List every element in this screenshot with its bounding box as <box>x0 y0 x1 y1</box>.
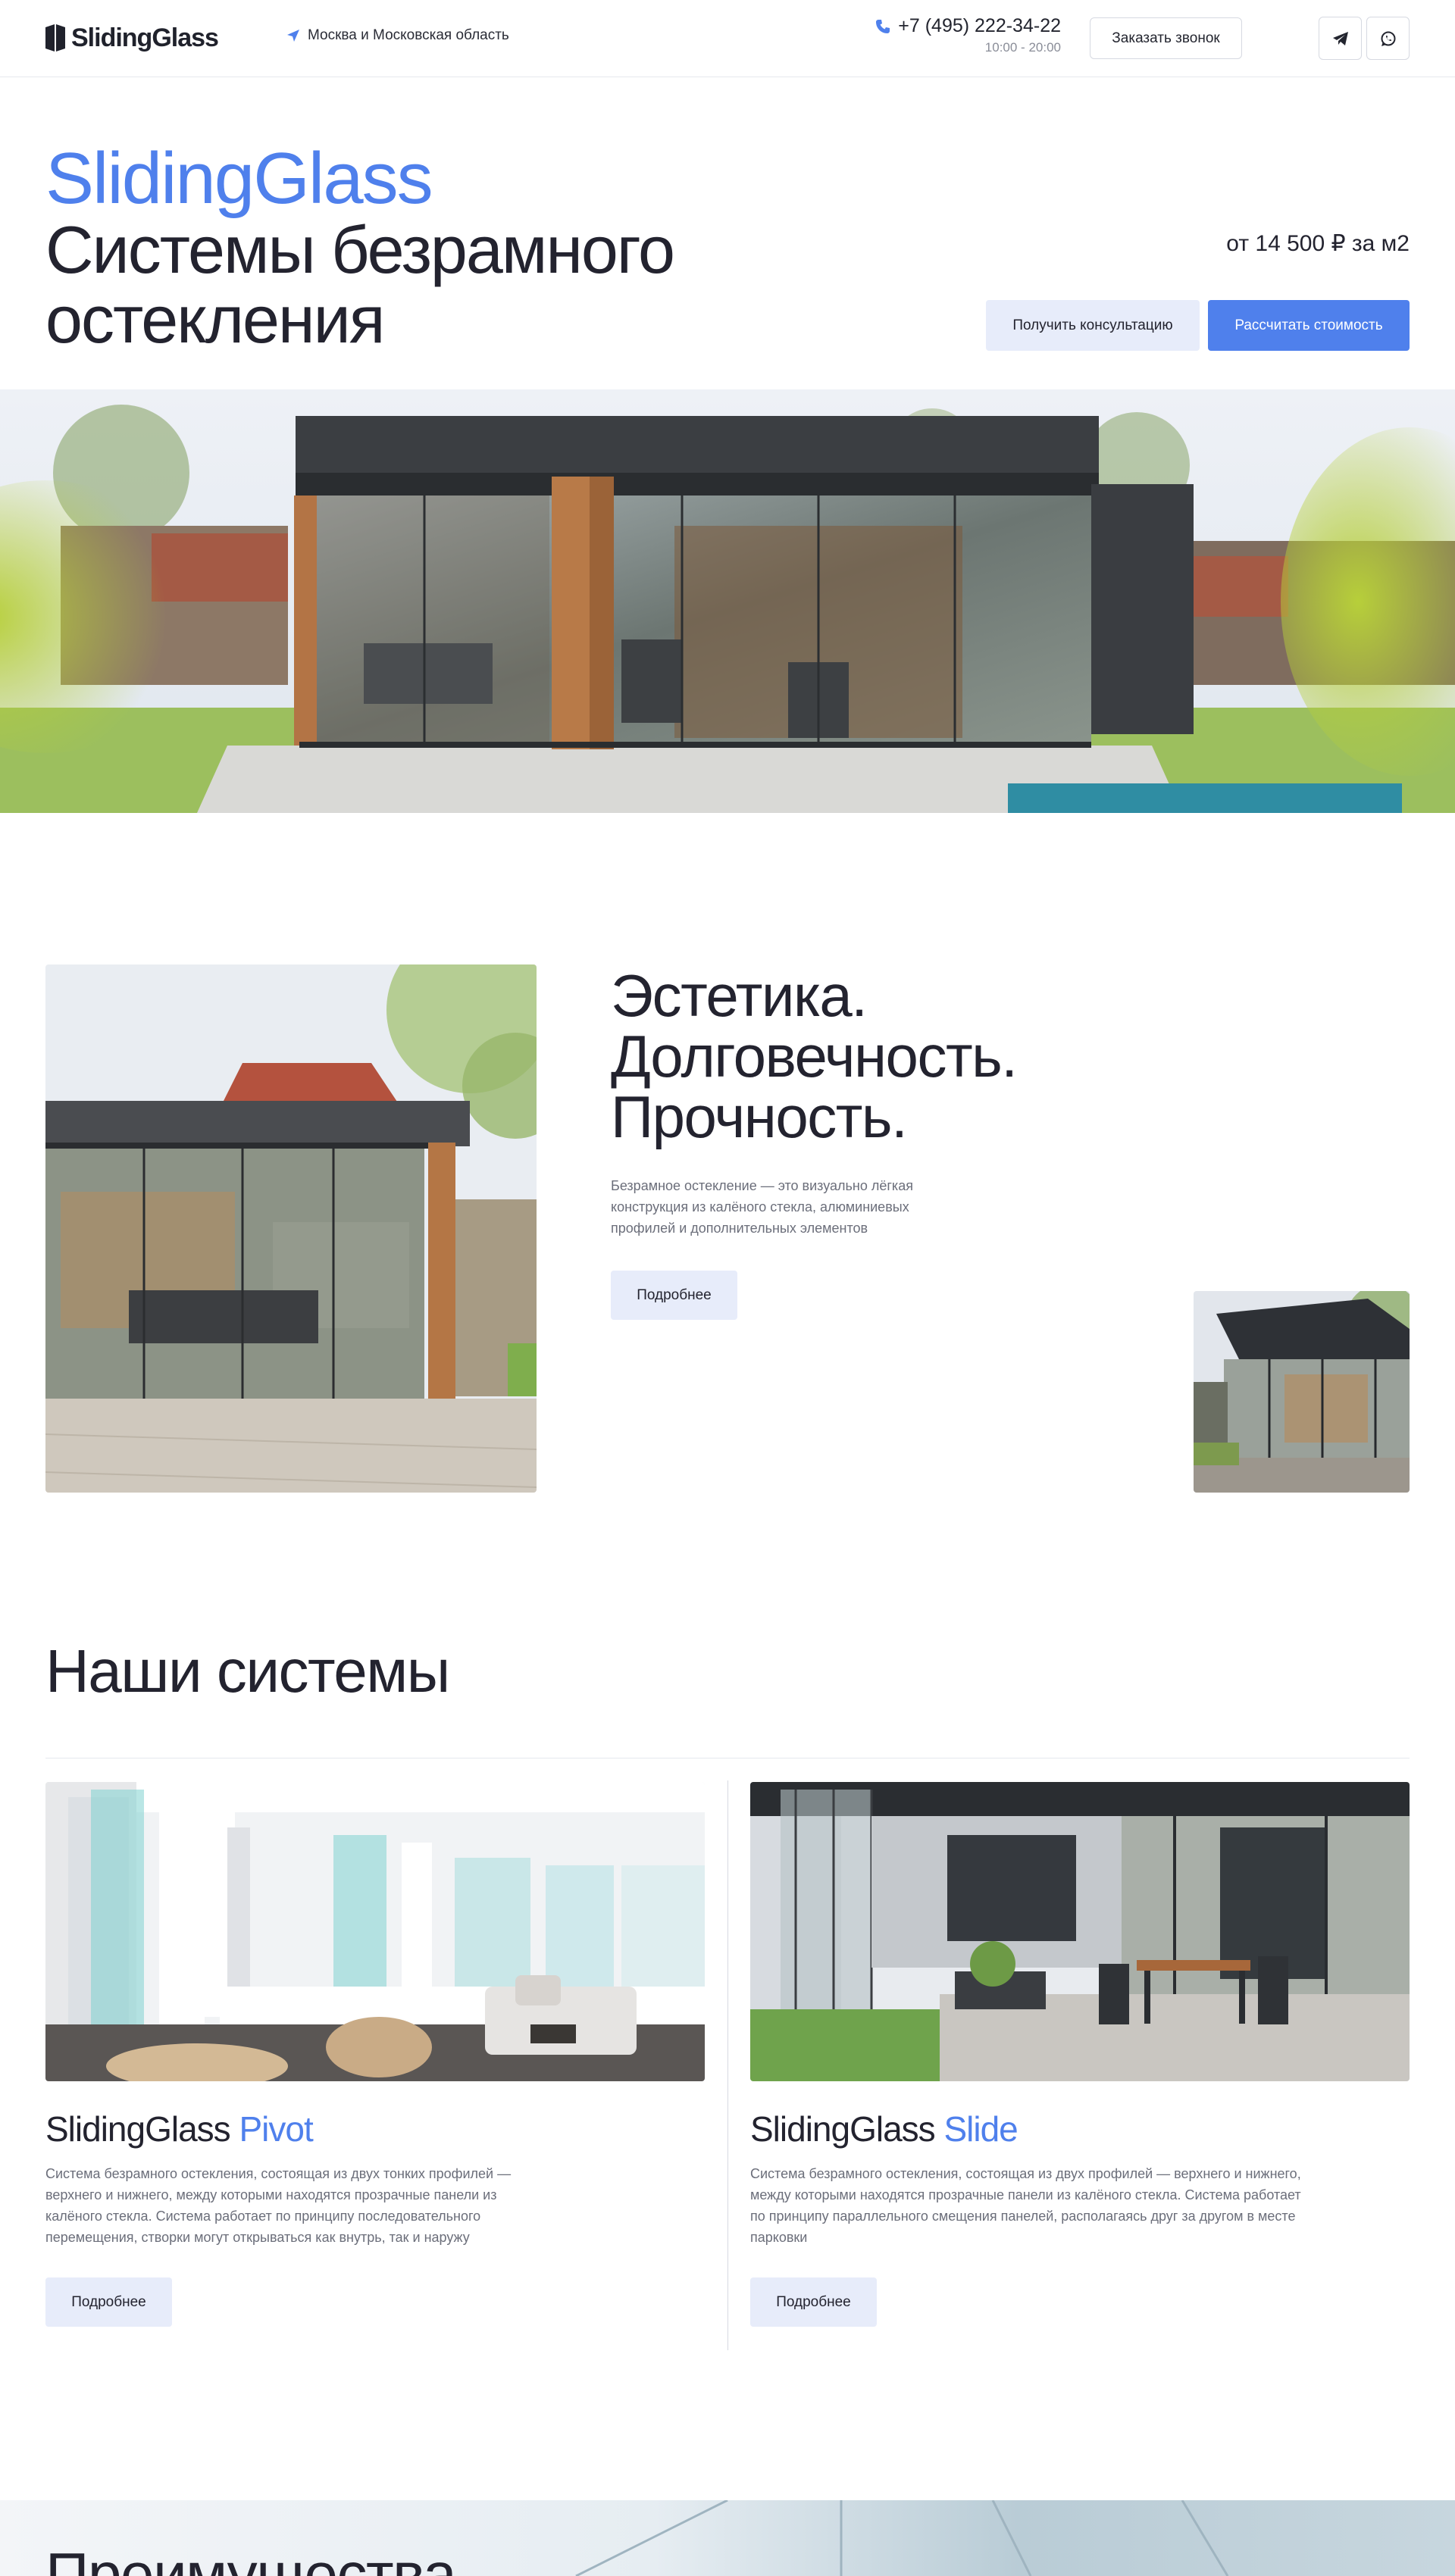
pivot-system-title: SlidingGlass Pivot <box>45 2109 314 2149</box>
site-header: SlidingGlass Москва и Московская область… <box>0 0 1455 77</box>
logo-mark-icon <box>45 24 65 52</box>
pivot-system-brand: SlidingGlass <box>45 2109 231 2149</box>
phone-icon <box>876 19 890 33</box>
telegram-button[interactable] <box>1319 17 1362 60</box>
slide-more-button[interactable]: Подробнее <box>750 2277 877 2327</box>
pivot-system-accent: Pivot <box>239 2109 313 2149</box>
whatsapp-button[interactable] <box>1366 17 1410 60</box>
logo[interactable]: SlidingGlass <box>45 23 219 53</box>
hero-brand: SlidingGlass <box>45 138 433 219</box>
consultation-button[interactable]: Получить консультацию <box>986 300 1200 351</box>
aesthetic-more-button[interactable]: Подробнее <box>611 1271 737 1320</box>
hero-price: от 14 500 ₽ за м2 <box>1226 231 1410 256</box>
slide-system-title: SlidingGlass Slide <box>750 2109 1018 2149</box>
callback-button[interactable]: Заказать звонок <box>1090 17 1242 59</box>
aesthetic-heading-line3: Прочность. <box>611 1083 908 1150</box>
location-arrow-icon <box>287 30 299 42</box>
aesthetic-heading-line1: Эстетика. <box>611 962 868 1029</box>
telegram-icon <box>1332 31 1348 45</box>
hero-title: Системы безрамного остекления <box>45 212 675 357</box>
systems-heading: Наши системы <box>45 1637 450 1705</box>
advantages-heading: Преимущества <box>45 2540 457 2576</box>
pivot-more-button[interactable]: Подробнее <box>45 2277 172 2327</box>
slide-system-image <box>750 1782 1410 2081</box>
aesthetic-description: Безрамное остекление — это визуально лёг… <box>611 1178 913 1236</box>
calculate-cost-button[interactable]: Рассчитать стоимость <box>1208 300 1410 351</box>
logo-text: SlidingGlass <box>71 23 219 52</box>
hero-image <box>0 389 1455 813</box>
contact-block: +7 (495) 222-34-22 10:00 - 20:00 <box>864 15 1061 55</box>
region-label: Москва и Московская область <box>308 27 509 43</box>
working-hours: 10:00 - 20:00 <box>984 40 1061 55</box>
slide-system-accent: Slide <box>943 2109 1018 2149</box>
aesthetic-heading: Эстетика. Долговечность. Прочность. <box>611 962 1018 1150</box>
whatsapp-icon <box>1381 31 1395 46</box>
pivot-system-description: Система безрамного остекления, состоящая… <box>45 2166 512 2245</box>
pavilion-small-image <box>1194 1291 1410 1493</box>
slide-system-brand: SlidingGlass <box>750 2109 936 2149</box>
aesthetic-heading-line2: Долговечность. <box>611 1023 1018 1089</box>
pavilion-image <box>45 964 537 1493</box>
pivot-system-image <box>45 1782 705 2081</box>
slide-system-description: Система безрамного остекления, состоящая… <box>750 2166 1301 2245</box>
phone-number: +7 (495) 222-34-22 <box>898 15 1061 36</box>
phone-link[interactable]: +7 (495) 222-34-22 <box>864 15 1061 37</box>
region-selector[interactable]: Москва и Московская область <box>286 27 509 44</box>
